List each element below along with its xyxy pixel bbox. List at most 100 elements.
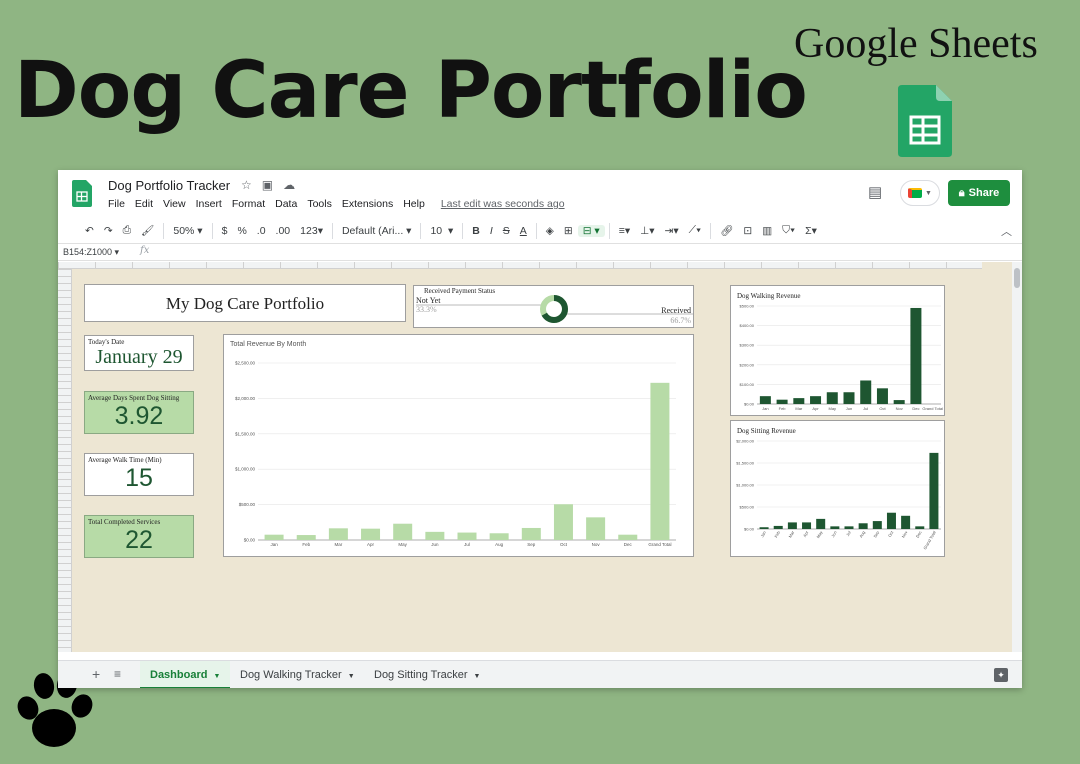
payment-status-chart[interactable]: Received Payment Status Not Yet 33.3% Re…: [413, 285, 694, 328]
bar[interactable]: [650, 382, 670, 540]
vertical-scrollbar[interactable]: [1012, 262, 1022, 652]
bar[interactable]: [553, 504, 573, 540]
cloud-status-icon[interactable]: ☁: [283, 178, 295, 192]
currency-format-button[interactable]: $: [217, 225, 233, 237]
redo-icon[interactable]: ↷: [99, 225, 118, 237]
avg-walk-card[interactable]: Average Walk Time (Min) 15: [84, 453, 194, 496]
move-folder-icon[interactable]: ▣: [262, 178, 273, 192]
bar[interactable]: [810, 396, 822, 404]
dog-sitting-revenue-chart[interactable]: Dog Sitting Revenue $0.00 $500.00 $1,000.0…: [730, 420, 945, 557]
print-icon[interactable]: ⎙: [118, 224, 136, 237]
bar[interactable]: [586, 517, 606, 540]
menu-help[interactable]: Help: [403, 198, 425, 210]
chevron-down-icon[interactable]: ▼: [474, 673, 481, 680]
all-sheets-icon[interactable]: ≡: [114, 667, 121, 681]
bar[interactable]: [816, 518, 826, 529]
more-formats-button[interactable]: 123▾: [295, 225, 328, 237]
paint-format-icon[interactable]: 🖌︎: [136, 224, 159, 237]
bar[interactable]: [264, 534, 284, 540]
bar[interactable]: [296, 535, 316, 540]
dashboard-title-cell[interactable]: My Dog Care Portfolio: [84, 284, 406, 322]
bar[interactable]: [826, 392, 838, 404]
bar[interactable]: [793, 398, 805, 404]
avg-days-card[interactable]: Average Days Spent Dog Sitting 3.92: [84, 391, 194, 434]
dog-walking-revenue-plot[interactable]: $0.00 $100.00 $200.00 $300.00 $400.00 $500.00…: [731, 286, 946, 417]
horizontal-align-icon[interactable]: ≡▾: [614, 225, 635, 237]
decrease-decimal-button[interactable]: .0: [252, 225, 271, 237]
bar[interactable]: [860, 380, 872, 404]
total-revenue-chart[interactable]: Total Revenue By Month $0.00 $500.00 $1,00…: [223, 334, 694, 557]
tab-dog-walking-tracker[interactable]: Dog Walking Tracker ▼: [230, 661, 365, 688]
bar[interactable]: [787, 522, 797, 529]
insert-comment-icon[interactable]: ⊡: [738, 225, 757, 237]
vertical-align-icon[interactable]: ⊥▾: [635, 225, 659, 237]
row-headers[interactable]: [58, 269, 72, 652]
tab-dog-sitting-tracker[interactable]: Dog Sitting Tracker ▼: [364, 661, 490, 688]
bar[interactable]: [618, 534, 638, 540]
bar[interactable]: [759, 396, 771, 404]
insert-chart-icon[interactable]: ▥: [757, 225, 777, 237]
bar[interactable]: [773, 525, 783, 529]
bar[interactable]: [844, 526, 854, 529]
bar[interactable]: [872, 521, 882, 529]
bar[interactable]: [843, 392, 855, 404]
menu-view[interactable]: View: [163, 198, 186, 210]
meet-button[interactable]: ▼: [900, 180, 940, 206]
dog-sitting-revenue-plot[interactable]: $0.00 $500.00 $1,000.00 $1,500.00 $2,000.00 J…: [731, 421, 946, 558]
functions-icon[interactable]: Σ▾: [800, 225, 822, 237]
bar[interactable]: [886, 512, 896, 529]
tab-dashboard[interactable]: Dashboard ▼: [140, 661, 231, 688]
text-rotation-icon[interactable]: ⟋▾: [684, 224, 706, 237]
fill-color-icon[interactable]: ◈: [541, 225, 559, 237]
bar[interactable]: [858, 523, 868, 529]
italic-button[interactable]: I: [485, 225, 498, 237]
total-services-card[interactable]: Total Completed Services 22: [84, 515, 194, 558]
strikethrough-button[interactable]: S: [498, 225, 515, 237]
comment-history-icon[interactable]: ▤: [868, 183, 882, 201]
menu-insert[interactable]: Insert: [196, 198, 222, 210]
add-sheet-icon[interactable]: +: [92, 666, 100, 682]
undo-icon[interactable]: ↶: [80, 225, 99, 237]
share-button[interactable]: 🔒︎ Share: [948, 180, 1010, 206]
filter-icon[interactable]: ⛉▾: [777, 224, 800, 237]
bar[interactable]: [915, 526, 925, 529]
font-family-select[interactable]: Default (Ari... ▾: [337, 225, 416, 237]
bar[interactable]: [876, 388, 888, 404]
last-edit-link[interactable]: Last edit was seconds ago: [441, 198, 565, 210]
menu-data[interactable]: Data: [275, 198, 297, 210]
name-box[interactable]: B154:Z1000 ▾: [63, 247, 119, 258]
bar[interactable]: [901, 515, 911, 529]
borders-icon[interactable]: ⊞: [559, 225, 578, 237]
bar[interactable]: [393, 523, 413, 540]
bar[interactable]: [929, 452, 939, 529]
menu-edit[interactable]: Edit: [135, 198, 153, 210]
sheets-app-icon[interactable]: [72, 180, 92, 207]
chevron-down-icon[interactable]: ▼: [213, 673, 220, 680]
bar[interactable]: [759, 527, 769, 529]
menu-file[interactable]: File: [108, 198, 125, 210]
merge-cells-icon[interactable]: ⊟ ▾: [577, 224, 605, 237]
sheet-grid[interactable]: My Dog Care Portfolio Today's Date Janua…: [58, 262, 1012, 652]
bar[interactable]: [802, 522, 812, 529]
bar[interactable]: [521, 527, 541, 540]
todays-date-card[interactable]: Today's Date January 29: [84, 335, 194, 371]
payment-donut[interactable]: [414, 286, 695, 329]
bar[interactable]: [457, 532, 477, 540]
percent-format-button[interactable]: %: [232, 225, 251, 237]
bar[interactable]: [361, 528, 381, 540]
total-revenue-plot[interactable]: $0.00 $500.00 $1,000.00 $1,500.00 $2,000.00 $…: [224, 335, 695, 558]
bar[interactable]: [489, 533, 509, 540]
star-icon[interactable]: ☆: [241, 178, 252, 192]
collapse-menus-icon[interactable]: ︿: [1001, 223, 1012, 239]
bar[interactable]: [910, 307, 922, 404]
bar[interactable]: [830, 526, 840, 529]
font-size-select[interactable]: 10 ▾: [425, 225, 458, 237]
bar[interactable]: [425, 531, 445, 540]
zoom-select[interactable]: 50% ▾: [168, 225, 207, 237]
column-headers[interactable]: [58, 262, 982, 269]
bold-button[interactable]: B: [467, 225, 485, 237]
bar[interactable]: [328, 528, 348, 540]
text-color-button[interactable]: A: [515, 225, 532, 237]
scroll-thumb[interactable]: [1014, 268, 1020, 288]
dog-walking-revenue-chart[interactable]: Dog Walking Revenue $0.00 $100.00 $200.00 $…: [730, 285, 945, 416]
